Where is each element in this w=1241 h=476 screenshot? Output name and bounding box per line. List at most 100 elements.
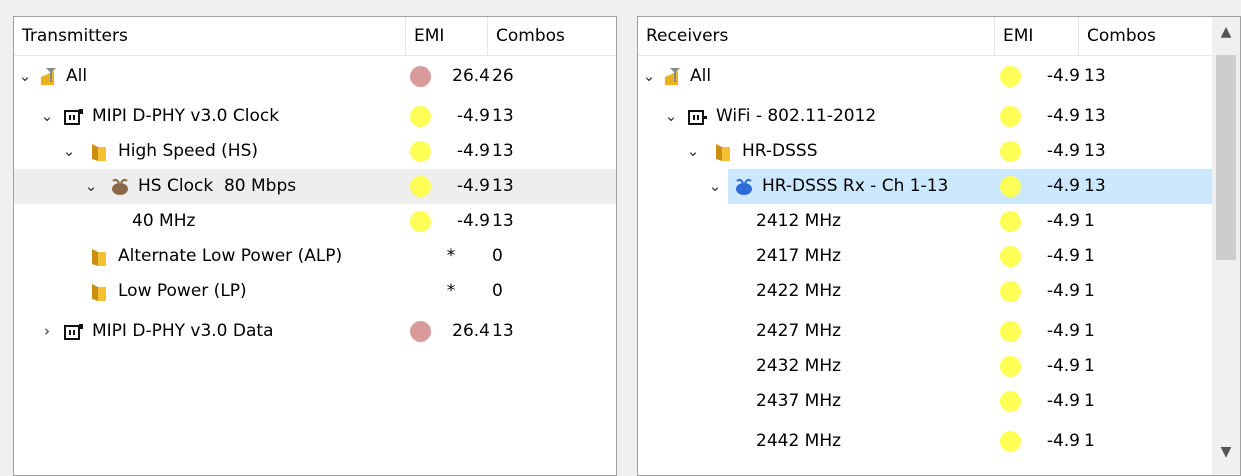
transmitters-panel[interactable]: Transmitters EMI Combos ⌄ All 26.4 26 ⌄ …: [13, 16, 617, 476]
combos-value: 1: [1084, 391, 1095, 411]
combos-value: 0: [492, 281, 503, 301]
tree-label: All: [690, 66, 712, 86]
emi-value: -4.9: [456, 141, 490, 161]
tree-label: 2412 MHz: [756, 211, 842, 231]
receivers-panel[interactable]: Receivers EMI Combos ⌄ All -4.9 13 ⌄ WiF…: [637, 16, 1241, 476]
tree-row-40mhz[interactable]: 40 MHz -4.9 13: [14, 204, 616, 239]
tree-row-lp[interactable]: Low Power (LP) * 0: [14, 274, 616, 309]
column-header-emi[interactable]: EMI: [406, 17, 488, 55]
scrollbar-thumb[interactable]: [1216, 55, 1236, 260]
chevron-down-icon[interactable]: ⌄: [684, 134, 702, 169]
tree-row-all[interactable]: ⌄ All -4.9 13: [638, 59, 1214, 94]
tree-label: 2437 MHz: [756, 391, 842, 411]
emi-value: -4.9: [1046, 356, 1080, 376]
combos-value: 1: [1084, 356, 1095, 376]
emi-value: -4.9: [456, 211, 490, 231]
chip-icon: [688, 110, 707, 125]
tree-label: 2442 MHz: [756, 431, 842, 451]
tree-label: Low Power (LP): [118, 281, 247, 301]
chevron-down-icon[interactable]: ⌄: [60, 134, 78, 169]
column-header-combos[interactable]: Combos: [1079, 17, 1214, 55]
chip-icon: [64, 109, 83, 125]
folder-icon: [92, 284, 106, 301]
chevron-down-icon[interactable]: ⌄: [82, 169, 100, 204]
emi-value: -4.9: [1046, 391, 1080, 411]
emi-status-dot: [410, 66, 431, 87]
folder-icon: [92, 144, 106, 161]
emi-value: -4.9: [1046, 66, 1080, 86]
chevron-down-icon[interactable]: ⌄: [706, 169, 724, 204]
combos-value: 13: [492, 321, 514, 341]
tree-label: 2432 MHz: [756, 356, 842, 376]
tree-row-hr-dsss-rx[interactable]: ⌄ HR-DSSS Rx - Ch 1-13 -4.9 13: [638, 169, 1214, 204]
tree-row-frequency[interactable]: 2432 MHz -4.9 1: [638, 349, 1214, 384]
emi-value: -4.9: [456, 176, 490, 196]
tree-row-frequency[interactable]: 2427 MHz -4.9 1: [638, 314, 1214, 349]
tree-row-frequency[interactable]: 2412 MHz -4.9 1: [638, 204, 1214, 239]
tree-row-all[interactable]: ⌄ All 26.4 26: [14, 59, 616, 94]
column-header-combos[interactable]: Combos: [488, 17, 616, 55]
emi-status-dot: [1000, 431, 1021, 452]
combos-value: 13: [492, 211, 514, 231]
column-header-transmitters[interactable]: Transmitters: [14, 17, 406, 55]
folder-icon: [92, 249, 106, 266]
tree-row-frequency[interactable]: 2442 MHz -4.9 1: [638, 424, 1214, 459]
emi-value: -4.9: [1046, 141, 1080, 161]
chevron-down-icon[interactable]: ⌄: [640, 59, 658, 94]
emi-value: *: [446, 281, 456, 301]
receiver-source-icon: [736, 178, 752, 195]
chip-icon: [64, 324, 83, 340]
emi-value: 26.4: [452, 66, 490, 86]
emi-status-dot: [410, 321, 431, 342]
tree-row-frequency[interactable]: 2437 MHz -4.9 1: [638, 384, 1214, 419]
tree-label: 2417 MHz: [756, 246, 842, 266]
tree-row-mipi-data[interactable]: › MIPI D-PHY v3.0 Data 26.4 13: [14, 314, 616, 349]
scroll-down-icon[interactable]: ▼: [1212, 437, 1240, 467]
tree-label: HR-DSSS Rx - Ch 1-13: [762, 176, 949, 196]
combos-value: 13: [492, 106, 514, 126]
emi-status-dot: [1000, 281, 1021, 302]
tree-label: Alternate Low Power (ALP): [118, 246, 343, 266]
emi-status-dot: [410, 106, 431, 127]
combos-value: 13: [1084, 176, 1106, 196]
chevron-down-icon[interactable]: ⌄: [16, 59, 34, 94]
tree-row-wifi[interactable]: ⌄ WiFi - 802.11-2012 -4.9 13: [638, 99, 1214, 134]
emi-status-dot: [1000, 106, 1021, 127]
emi-status-dot: [410, 141, 431, 162]
combos-value: 0: [492, 246, 503, 266]
tree-row-mipi-clock[interactable]: ⌄ MIPI D-PHY v3.0 Clock -4.9 13: [14, 99, 616, 134]
tree-label: MIPI D-PHY v3.0 Clock: [92, 106, 280, 126]
tree-label: High Speed (HS): [118, 141, 259, 161]
scroll-up-icon[interactable]: ▲: [1212, 17, 1240, 47]
tree-row-hs-clock[interactable]: ⌄ HS Clock 80 Mbps -4.9 13: [14, 169, 616, 204]
folder-icon: [716, 144, 730, 161]
emi-value: -4.9: [1046, 176, 1080, 196]
tree-row-frequency[interactable]: 2417 MHz -4.9 1: [638, 239, 1214, 274]
emi-status-dot: [1000, 176, 1021, 197]
tree-row-alp[interactable]: Alternate Low Power (ALP) * 0: [14, 239, 616, 274]
column-header-emi[interactable]: EMI: [995, 17, 1079, 55]
tree-row-hr-dsss[interactable]: ⌄ HR-DSSS -4.9 13: [638, 134, 1214, 169]
tree-row-frequency[interactable]: 2422 MHz -4.9 1: [638, 274, 1214, 309]
combos-value: 13: [1084, 106, 1106, 126]
chevron-down-icon[interactable]: ⌄: [662, 99, 680, 134]
emi-value: -4.9: [456, 106, 490, 126]
vertical-scrollbar[interactable]: ▲ ▼: [1212, 17, 1240, 475]
tree-label: 2427 MHz: [756, 321, 842, 341]
tree-row-high-speed[interactable]: ⌄ High Speed (HS) -4.9 13: [14, 134, 616, 169]
chevron-right-icon[interactable]: ›: [38, 314, 56, 349]
combos-value: 13: [1084, 66, 1106, 86]
emi-status-dot: [410, 176, 431, 197]
combos-value: 1: [1084, 321, 1095, 341]
combos-value: 1: [1084, 431, 1095, 451]
tree-label: WiFi - 802.11-2012: [716, 106, 877, 126]
combos-value: 1: [1084, 246, 1095, 266]
emi-status-dot: [1000, 246, 1021, 267]
combos-value: 1: [1084, 281, 1095, 301]
chevron-down-icon[interactable]: ⌄: [38, 99, 56, 134]
emi-value: *: [446, 246, 456, 266]
tree-label: 2422 MHz: [756, 281, 842, 301]
column-header-receivers[interactable]: Receivers: [638, 17, 995, 55]
emi-status-dot: [1000, 321, 1021, 342]
emi-value: -4.9: [1046, 281, 1080, 301]
